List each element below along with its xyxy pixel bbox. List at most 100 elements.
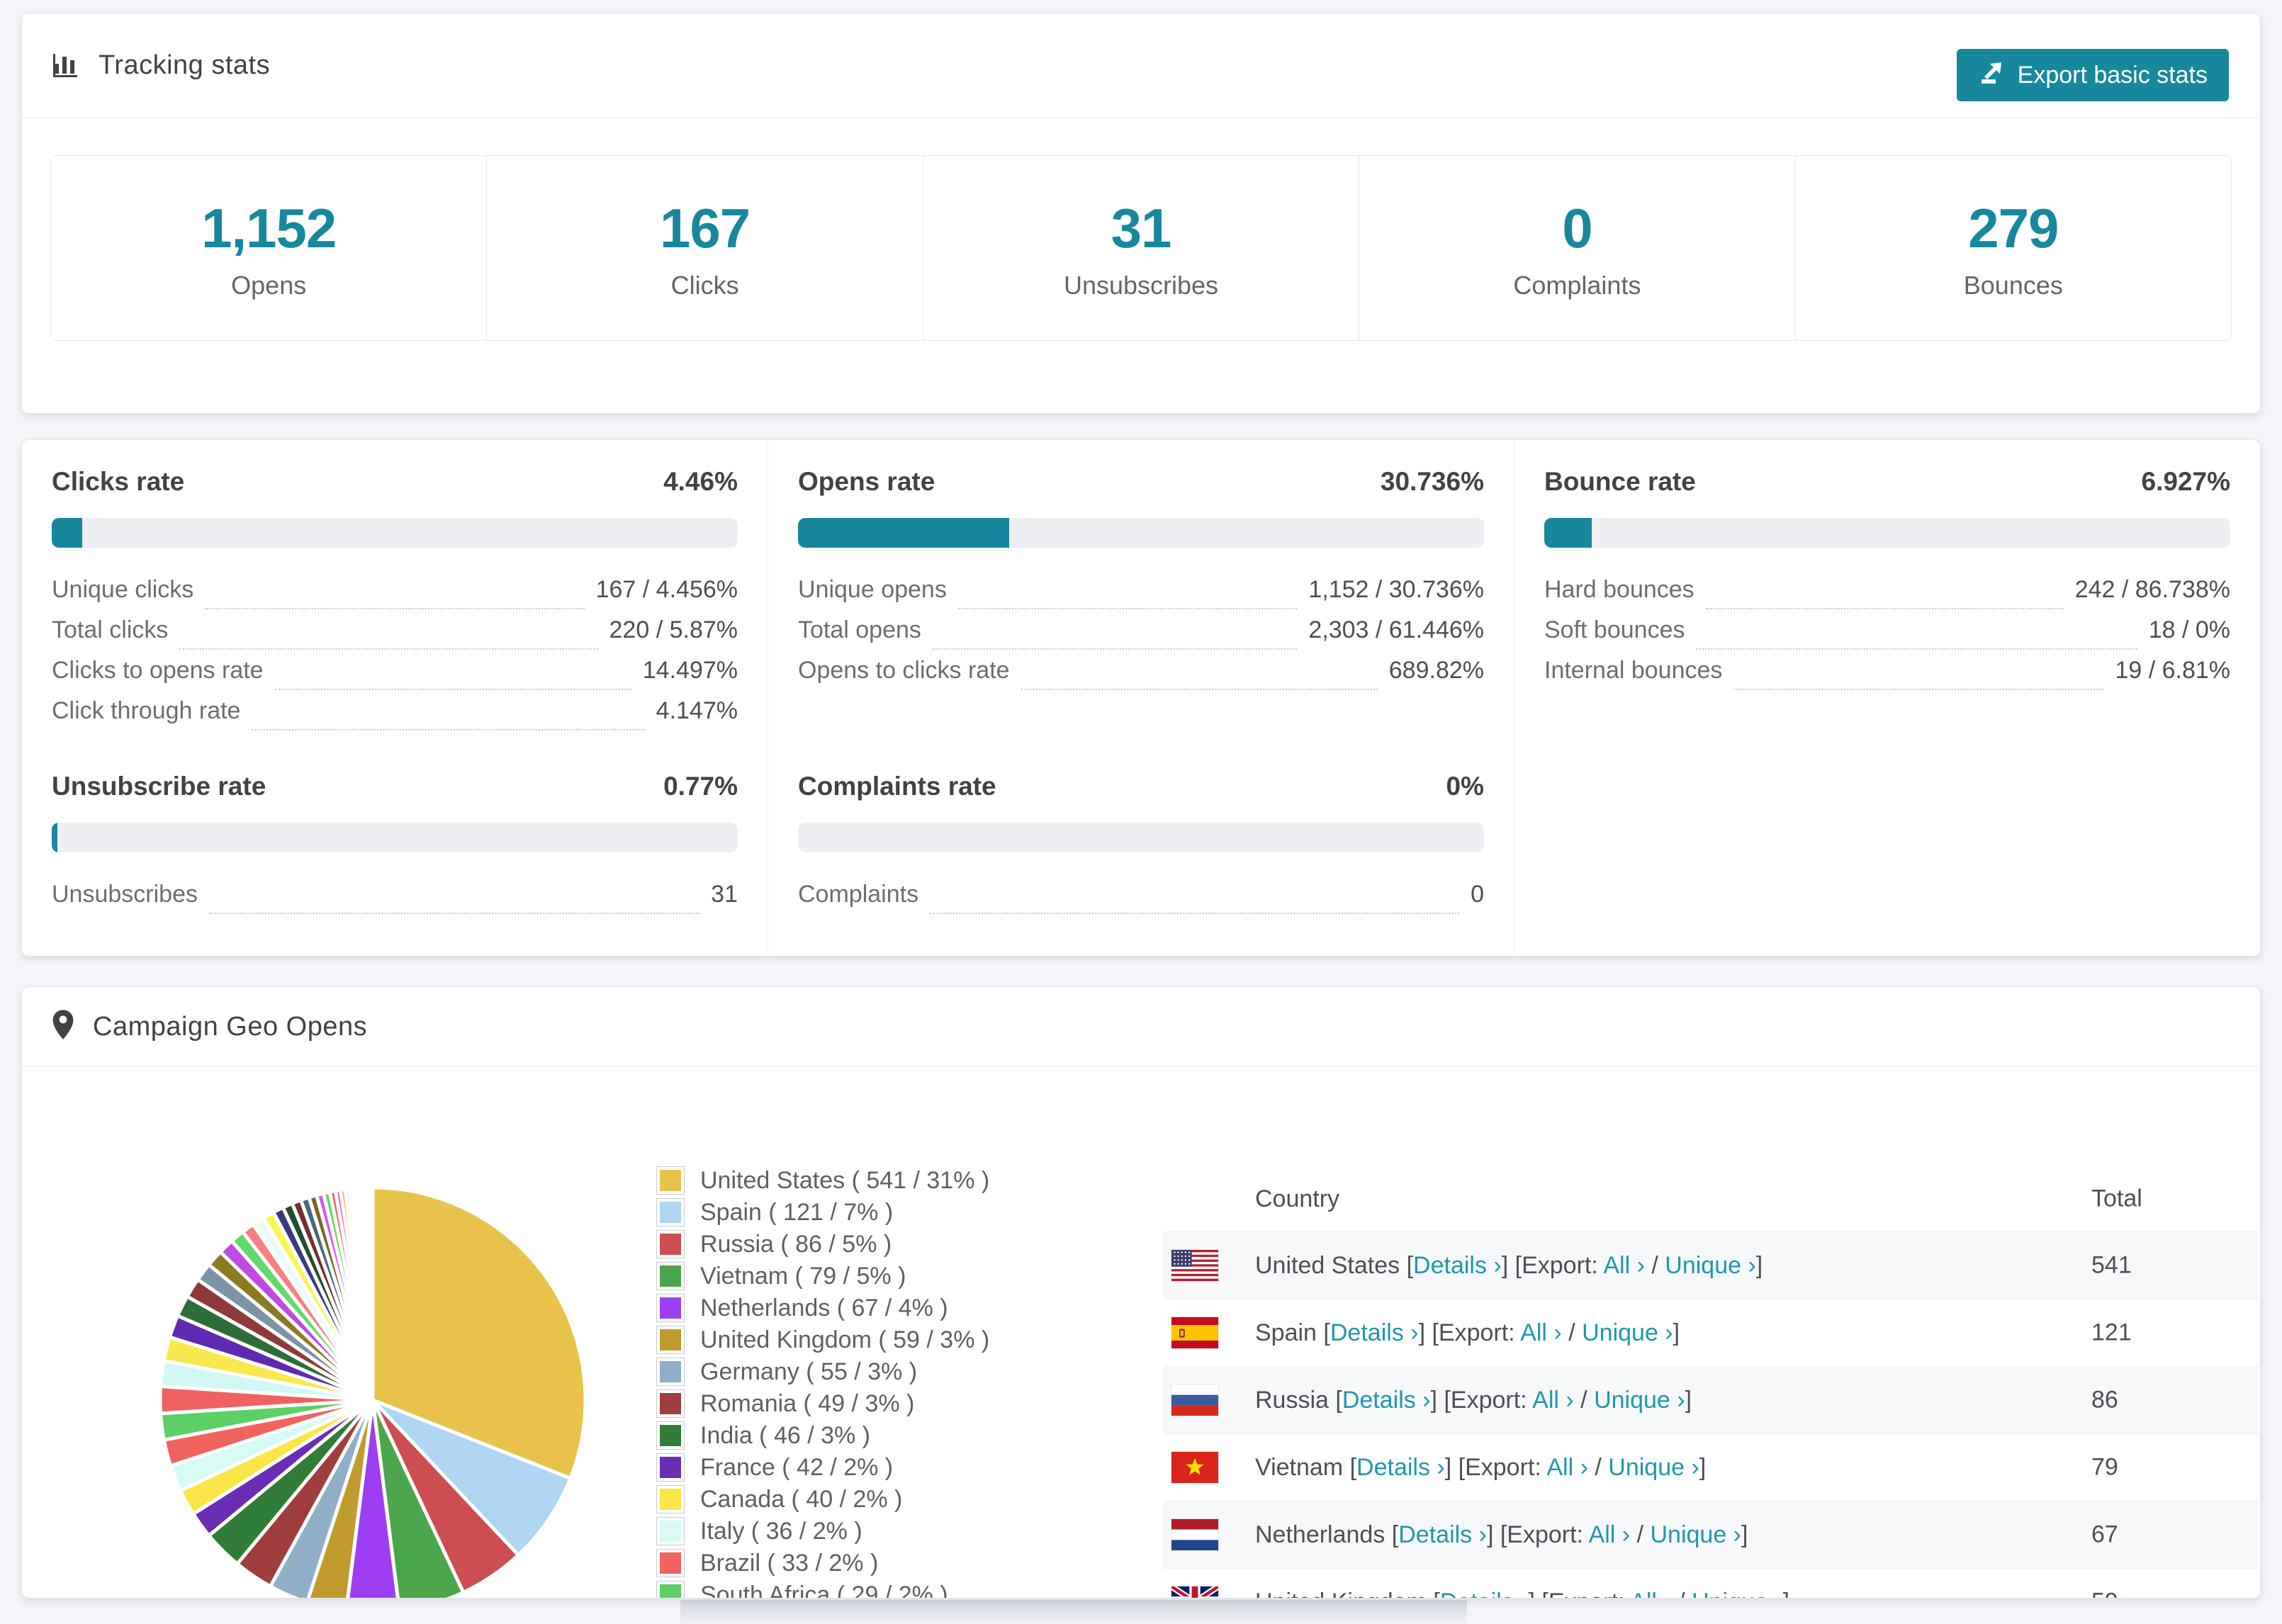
details-link[interactable]: Details › (1342, 1387, 1431, 1414)
legend-label: Netherlands ( 67 / 4% ) (700, 1294, 948, 1321)
stat-line-unique-opens: Unique opens 1,152 / 30.736% (798, 576, 1484, 616)
export-unique-link[interactable]: Unique › (1650, 1521, 1741, 1548)
country-name: United States (1255, 1251, 1400, 1279)
export-unique-link[interactable]: Unique › (1594, 1387, 1685, 1414)
export-unique-link[interactable]: Unique › (1608, 1454, 1699, 1481)
rate-title: Unsubscribe rate (52, 772, 266, 801)
stat-line-label: Soft bounces (1544, 616, 1685, 643)
stat-line-label: Total clicks (52, 616, 169, 643)
stat-value: 0 (1562, 196, 1592, 259)
legend-swatch (656, 1294, 685, 1322)
rates-grid: Clicks rate 4.46% Unique clicks 167 / 4.… (22, 440, 2260, 956)
map-pin-icon (50, 1008, 76, 1046)
legend-swatch (656, 1198, 685, 1227)
page-title: Tracking stats (99, 50, 271, 80)
legend-label: Canada ( 40 / 2% ) (700, 1485, 903, 1513)
export-all-link[interactable]: All › (1603, 1252, 1645, 1279)
total-cell: 86 (2091, 1386, 2118, 1414)
country-cell: United Kingdom [Details ›] [Export: All … (1255, 1589, 1789, 1598)
pie-legend: United States ( 541 / 31% ) Spain ( 121 … (656, 1166, 1110, 1598)
country-name: Netherlands (1255, 1521, 1386, 1548)
dotted-leader (205, 608, 585, 609)
dotted-leader (932, 648, 1298, 650)
stat-line-value: 31 (711, 881, 738, 908)
country-cell: Vietnam [Details ›] [Export: All › / Uni… (1255, 1453, 1707, 1481)
stat-line-hard-bounces: Hard bounces 242 / 86.738% (1544, 576, 2230, 616)
legend-item-united-states: United States ( 541 / 31% ) (656, 1166, 1110, 1195)
export-all-link[interactable]: All › (1520, 1319, 1562, 1346)
rate-section-unsubscribe-rate: Unsubscribe rate 0.77% Unsubscribes 31 (22, 745, 768, 921)
stat-line-soft-bounces: Soft bounces 18 / 0% (1544, 616, 2230, 657)
geo-title: Campaign Geo Opens (93, 1011, 368, 1042)
rate-section-opens-rate: Opens rate 30.736% Unique opens 1,152 / … (768, 440, 1514, 745)
total-cell: 67 (2091, 1521, 2118, 1548)
table-row-spain: Spain [Details ›] [Export: All › / Uniqu… (1163, 1299, 2259, 1366)
campaign-geo-opens-card: Campaign Geo Opens United States ( 541 /… (21, 986, 2261, 1598)
stat-label: Unsubscribes (1063, 270, 1219, 300)
table-row-united-states: United States [Details ›] [Export: All ›… (1163, 1231, 2259, 1299)
legend-label: Vietnam ( 79 / 5% ) (700, 1262, 906, 1290)
dotted-leader (208, 913, 700, 914)
export-all-link[interactable]: All › (1589, 1521, 1631, 1548)
export-basic-stats-button[interactable]: Export basic stats (1956, 49, 2229, 101)
rates-card: Clicks rate 4.46% Unique clicks 167 / 4.… (21, 439, 2261, 957)
stat-line-internal-bounces: Internal bounces 19 / 6.81% (1544, 657, 2230, 697)
dotted-leader (179, 648, 598, 650)
details-link[interactable]: Details › (1413, 1252, 1502, 1279)
export-unique-link[interactable]: Unique › (1665, 1252, 1756, 1279)
details-link[interactable]: Details › (1330, 1319, 1419, 1346)
rates-column: Clicks rate 4.46% Unique clicks 167 / 4.… (22, 440, 768, 956)
stat-label: Opens (231, 270, 307, 300)
stat-line-value: 167 / 4.456% (595, 576, 738, 603)
geo-table-body: United States [Details ›] [Export: All ›… (1163, 1231, 2259, 1598)
stat-value: 167 (660, 196, 751, 259)
export-all-link[interactable]: All › (1630, 1589, 1672, 1598)
stat-line-value: 1,152 / 30.736% (1308, 576, 1484, 603)
legend-label: Italy ( 36 / 2% ) (700, 1517, 862, 1545)
rate-title: Opens rate (798, 467, 935, 496)
details-link[interactable]: Details › (1356, 1454, 1445, 1481)
details-link[interactable]: Details › (1398, 1521, 1487, 1548)
legend-swatch (656, 1230, 685, 1258)
table-row-russia: Russia [Details ›] [Export: All › / Uniq… (1163, 1366, 2259, 1433)
stat-line-value: 0 (1471, 881, 1484, 908)
stat-line-label: Internal bounces (1544, 657, 1723, 684)
stat-box-bounces: 279 Bounces (1794, 156, 2231, 340)
stat-line-value: 18 / 0% (2148, 616, 2230, 643)
table-row-vietnam: Vietnam [Details ›] [Export: All › / Uni… (1163, 1433, 2259, 1501)
stat-line-unsubscribes: Unsubscribes 31 (52, 881, 738, 921)
export-icon (1978, 59, 2005, 92)
legend-item-south-africa: South Africa ( 29 / 2% ) (656, 1581, 1110, 1598)
export-all-link[interactable]: All › (1532, 1387, 1574, 1414)
stat-line-complaints: Complaints 0 (798, 881, 1484, 921)
export-unique-link[interactable]: Unique › (1582, 1319, 1673, 1346)
details-link[interactable]: Details › (1440, 1589, 1529, 1598)
export-all-link[interactable]: All › (1546, 1454, 1588, 1481)
stat-box-complaints: 0 Complaints (1359, 156, 1794, 340)
rate-stat-lines: Unsubscribes 31 (52, 881, 738, 921)
stat-line-value: 2,303 / 61.446% (1308, 616, 1484, 643)
country-name: United Kingdom (1255, 1589, 1427, 1598)
legend-item-netherlands: Netherlands ( 67 / 4% ) (656, 1294, 1110, 1322)
stats-row: 1,152 Opens 167 Clicks 31 Unsubscribes 0… (50, 155, 2232, 341)
stat-line-value: 19 / 6.81% (2115, 657, 2230, 684)
stat-box-opens: 1,152 Opens (51, 156, 486, 340)
export-unique-link[interactable]: Unique › (1692, 1589, 1783, 1598)
rate-head: Bounce rate 6.927% (1544, 467, 2230, 497)
stat-box-unsubscribes: 31 Unsubscribes (922, 156, 1359, 340)
bar-chart-icon (50, 48, 82, 83)
stat-line-label: Clicks to opens rate (52, 657, 264, 684)
stat-line-opens-to-clicks-rate: Opens to clicks rate 689.82% (798, 657, 1484, 697)
stat-line-label: Unsubscribes (52, 881, 198, 908)
flag-icon-vn (1171, 1452, 1218, 1483)
legend-label: France ( 42 / 2% ) (700, 1453, 894, 1481)
stat-label: Complaints (1513, 270, 1641, 300)
legend-item-romania: Romania ( 49 / 3% ) (656, 1389, 1110, 1418)
rate-stat-lines: Hard bounces 242 / 86.738% Soft bounces … (1544, 576, 2230, 697)
country-cell: Spain [Details ›] [Export: All › / Uniqu… (1255, 1319, 1680, 1346)
legend-item-germany: Germany ( 55 / 3% ) (656, 1358, 1110, 1386)
geo-opens-pie-chart[interactable] (128, 1156, 617, 1598)
flag-icon-ru (1171, 1385, 1218, 1416)
dotted-leader (1733, 689, 2104, 690)
legend-label: Germany ( 55 / 3% ) (700, 1358, 918, 1385)
